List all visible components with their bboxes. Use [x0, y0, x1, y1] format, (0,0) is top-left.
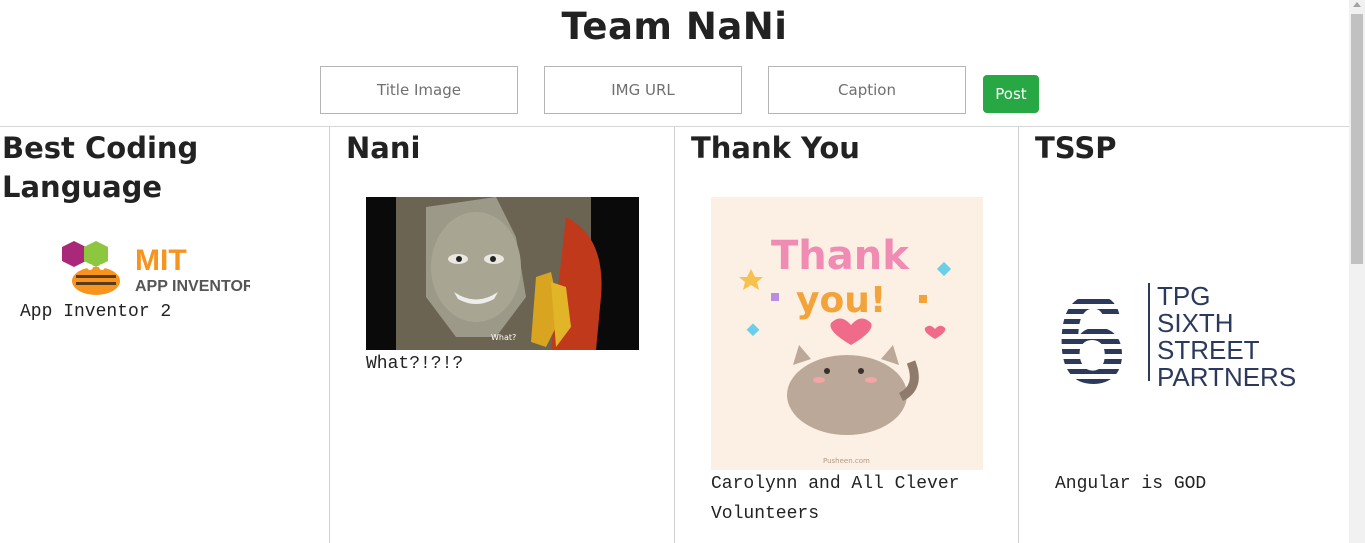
- scrollbar-thumb[interactable]: [1351, 14, 1363, 264]
- page-title: Team NaNi: [561, 5, 788, 48]
- pusheen-thank-you-image: Thank you! Pusheen.com: [711, 197, 983, 470]
- page-scrollbar[interactable]: [1349, 0, 1365, 543]
- thank-text: Thank: [771, 233, 910, 279]
- caption-input[interactable]: [768, 66, 966, 114]
- card-nani: Nani What? What?!?!?: [330, 127, 675, 543]
- logo-line-tpg: TPG: [1157, 281, 1210, 311]
- card-caption: Angular is GOD: [1055, 474, 1207, 494]
- logo-line-partners: PARTNERS: [1157, 362, 1296, 391]
- meme-subtitle: What?: [491, 333, 516, 342]
- pusheen-credit: Pusheen.com: [823, 457, 870, 465]
- card-caption: What?!?!?: [366, 354, 464, 374]
- card-title: TSSP: [1035, 131, 1117, 165]
- card-tssp: TSSP 6: [1019, 127, 1349, 543]
- card-title: Nani: [346, 131, 421, 165]
- card-best-coding-language: Best Coding Language MIT APP INVENTOR Ap…: [0, 127, 330, 543]
- img-url-input[interactable]: [544, 66, 742, 114]
- card-grid: Best Coding Language MIT APP INVENTOR Ap…: [0, 126, 1349, 543]
- card-title: Thank You: [691, 131, 860, 165]
- card-title: Best Coding Language: [2, 131, 199, 204]
- mit-label: MIT: [135, 244, 187, 277]
- mit-app-inventor-logo: MIT APP INVENTOR: [60, 237, 250, 299]
- card-caption: Carolynn and All Clever Volunteers: [711, 474, 971, 524]
- title-image-input[interactable]: [320, 66, 518, 114]
- tpg-sixth-street-logo: 6: [1057, 275, 1327, 391]
- logo-line-sixth: SIXTH: [1157, 308, 1234, 338]
- app-inventor-label: APP INVENTOR: [135, 278, 250, 295]
- card-thank-you: Thank You Thank you! Pusheen.com Carolyn…: [675, 127, 1019, 543]
- post-button[interactable]: Post: [983, 75, 1039, 113]
- page: Team NaNi Post Best Coding Language MIT …: [0, 0, 1349, 543]
- you-text: you!: [796, 280, 886, 321]
- six-mark-icon: [1057, 275, 1127, 391]
- scroll-up-arrow-icon[interactable]: [1353, 2, 1361, 7]
- logo-line-street: STREET: [1157, 335, 1260, 365]
- nani-meme-image: What?: [366, 197, 639, 350]
- card-caption: App Inventor 2: [20, 302, 172, 322]
